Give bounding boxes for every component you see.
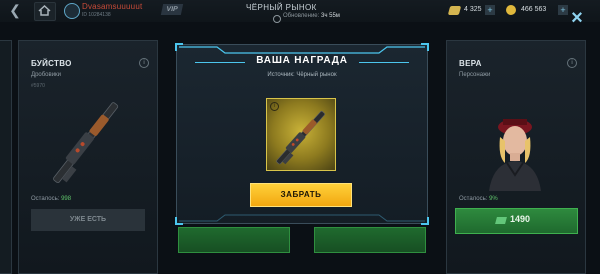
page-title: ЧЁРНЫЙ РЫНОК xyxy=(246,3,317,12)
frame-corner xyxy=(421,43,429,51)
player-name[interactable]: Dvasamsuuuuut xyxy=(82,2,142,11)
character-portrait xyxy=(489,119,541,191)
reward-dialog: ВАША НАГРАДА Источник: Чёрный рынок i ЗА… xyxy=(175,43,429,225)
back-chevron-icon[interactable]: ❮ xyxy=(8,3,22,17)
offer-title: БУЙСТВО xyxy=(31,59,72,68)
frame-corner xyxy=(175,43,183,51)
home-button[interactable] xyxy=(34,2,56,21)
buy-button-hidden-2[interactable] xyxy=(314,227,426,253)
offer-card-edge xyxy=(0,40,12,274)
reward-source: Источник: Чёрный рынок xyxy=(267,72,337,78)
home-icon xyxy=(38,5,51,16)
offer-stock: Осталось: 998 xyxy=(31,196,71,202)
shotgun-image xyxy=(53,102,119,184)
refresh-timer: Обновление: 3ч 55м xyxy=(283,13,340,19)
currency-coins-value: 466 563 xyxy=(521,6,547,13)
refresh-label: Обновление: xyxy=(283,13,320,19)
vip-badge[interactable]: VIP xyxy=(160,4,184,15)
close-icon[interactable]: × xyxy=(568,8,586,28)
buy-button[interactable]: 1490 xyxy=(455,208,578,234)
info-icon[interactable]: i xyxy=(139,58,149,68)
clock-icon xyxy=(273,15,281,23)
player-id: ID 10284138 xyxy=(82,12,111,18)
add-gold-bars-button[interactable]: + xyxy=(485,5,495,15)
refresh-time: 3ч 55м xyxy=(320,13,340,19)
currency-coins: 466 563 + xyxy=(506,5,568,17)
shotgun-image xyxy=(276,111,325,165)
offer-title: ВЕРА xyxy=(459,59,482,68)
stock-label: Осталось: xyxy=(459,196,488,202)
coin-icon xyxy=(506,5,516,15)
offer-card-buistvo[interactable]: БУЙСТВО Дробовики i #5970 Осталось: 998 … xyxy=(18,40,158,274)
stock-value: 9% xyxy=(489,196,498,202)
offer-tag: #5970 xyxy=(31,83,45,89)
gold-bar-icon xyxy=(447,6,462,15)
reward-item-card[interactable]: i xyxy=(266,98,336,171)
offer-category: Персонажи xyxy=(459,72,491,78)
gold-bar-icon xyxy=(495,217,507,224)
buy-button-hidden-1[interactable] xyxy=(178,227,290,253)
top-bar: ❮ Dvasamsuuuuut ID 10284138 VIP ЧЁРНЫЙ Р… xyxy=(0,0,600,23)
offer-category: Дробовики xyxy=(31,72,62,78)
frame-corner xyxy=(421,217,429,225)
already-owned-button[interactable]: УЖЕ ЕСТЬ xyxy=(31,209,145,231)
add-coins-button[interactable]: + xyxy=(558,5,568,15)
currency-gold-bars: 4 325 + xyxy=(447,5,495,17)
offer-stock: Осталось: 9% xyxy=(459,196,498,202)
offer-card-vera[interactable]: ВЕРА Персонажи i Осталось: 9% 1490 xyxy=(446,40,586,274)
buy-price: 1490 xyxy=(510,214,531,224)
info-icon[interactable]: i xyxy=(567,58,577,68)
dialog-title: ВАША НАГРАДА xyxy=(256,55,348,66)
currency-gold-bars-value: 4 325 xyxy=(464,6,482,13)
stock-label: Осталось: xyxy=(31,196,60,202)
stock-value: 998 xyxy=(61,196,72,202)
frame-corner xyxy=(175,217,183,225)
take-reward-button[interactable]: ЗАБРАТЬ xyxy=(250,183,352,207)
player-level-badge-icon[interactable] xyxy=(64,3,80,19)
